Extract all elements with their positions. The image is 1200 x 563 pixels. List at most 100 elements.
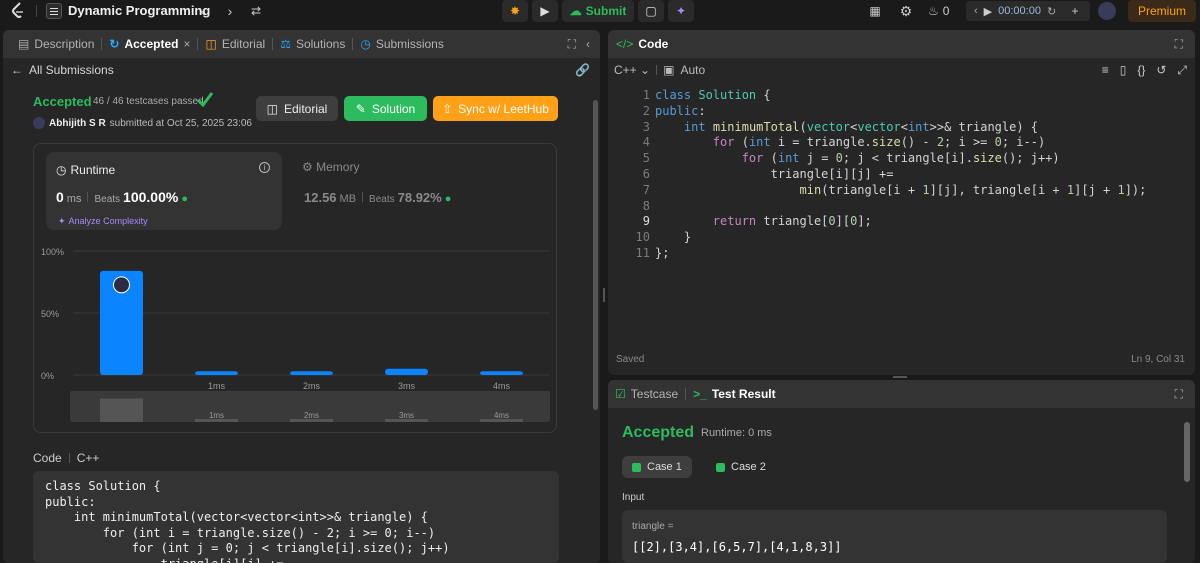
memory-chip-icon: ⚙ [302, 160, 313, 174]
maximize-icon[interactable]: ⛶ [1175, 387, 1183, 402]
premium-button[interactable]: Premium [1128, 0, 1196, 22]
lock-icon: ▣ [663, 63, 675, 77]
code-editor[interactable]: 1 2 3 4 5 6 7 8 9 10 11 class Solution { public: i… [608, 82, 1195, 352]
analyze-complexity-link[interactable]: ✦ Analyze Complexity [58, 216, 148, 227]
user-avatar-marker [113, 276, 130, 294]
result-status: Accepted [622, 424, 695, 441]
next-problem-icon[interactable]: › [221, 2, 239, 20]
streak-counter[interactable]: ♨ 0 [928, 4, 949, 18]
close-icon[interactable]: × [183, 37, 190, 51]
problem-list-title[interactable]: Dynamic Programming [68, 3, 210, 18]
center-toolbar: ✸ ▶ ☁ Submit ▢ ✦ [502, 0, 694, 22]
line-number: 3 [642, 119, 650, 134]
memory-title[interactable]: ⚙ Memory [302, 160, 359, 174]
range-slider-label: 3ms [399, 411, 414, 420]
check-icon [716, 462, 725, 472]
chart-bar[interactable] [385, 368, 428, 375]
scrollbar[interactable] [1184, 422, 1190, 482]
range-slider-bar [100, 398, 143, 422]
reset-icon[interactable]: ↻ [1047, 5, 1056, 18]
test-result-panel: ☑ Testcase >_ Test Result ⛶ Accepted Run… [608, 380, 1195, 563]
ai-sparkle-icon[interactable]: ✦ [668, 0, 694, 22]
settings-gear-icon[interactable]: ⚙ [897, 2, 915, 20]
code-editor-panel: </> Code ⛶ C++ ⌄ ▣ Auto ≡ ▯ {} ↺ ⤢ 12345… [608, 30, 1195, 375]
flame-icon: ♨ [928, 4, 939, 18]
vertical-splitter[interactable] [603, 288, 605, 302]
check-icon [196, 92, 214, 108]
submission-status: Accepted [33, 94, 92, 109]
tab-accepted[interactable]: ↻ Accepted × [102, 37, 197, 51]
add-user-icon[interactable]: + [1066, 2, 1084, 20]
tab-submissions[interactable]: ◷ Submissions [353, 37, 451, 51]
code-icon: </> [616, 37, 634, 51]
input-variable-name: triangle = [632, 521, 674, 532]
back-to-submissions[interactable]: ← All Submissions 🔗 [3, 58, 600, 82]
runtime-card[interactable]: ◷ Runtime i 0 ms Beats 100.00% ● ✦ Analy… [46, 152, 282, 230]
line-number: 9 [642, 214, 650, 229]
y-tick-label: 50% [41, 309, 59, 319]
scrollbar[interactable] [593, 100, 598, 410]
y-tick-label: 0% [41, 371, 54, 381]
expand-icon[interactable]: ⤢ [1177, 63, 1187, 78]
leetcode-logo[interactable] [11, 2, 25, 19]
book-icon: ◫ [205, 37, 217, 51]
clock-icon: ◷ [56, 163, 67, 177]
layout-icon[interactable]: ▦ [866, 2, 884, 20]
beats-emoji-icon: ● [181, 193, 188, 205]
language-select[interactable]: C++ ⌄ [614, 63, 650, 77]
runtime-title: ◷ Runtime [56, 163, 116, 177]
prev-problem-icon[interactable]: ‹ [194, 2, 212, 20]
line-number: 7 [642, 182, 650, 197]
code-lines[interactable]: class Solution { public: int minimumTota… [655, 88, 1146, 262]
submit-button[interactable]: ☁ Submit [562, 0, 634, 22]
run-button[interactable]: ▶ [532, 0, 558, 22]
info-icon[interactable]: i [259, 162, 270, 173]
play-icon[interactable]: ▶ [984, 5, 992, 18]
format-icon[interactable]: ≡ [1102, 63, 1109, 78]
user-avatar[interactable] [1098, 2, 1116, 20]
debug-icon[interactable]: ✸ [502, 0, 528, 22]
tab-solutions[interactable]: ⚖ Solutions [273, 37, 352, 51]
tab-description[interactable]: ▤ Description [11, 37, 101, 51]
braces-icon[interactable]: {} [1137, 63, 1145, 78]
solution-button[interactable]: ✎ Solution [344, 96, 427, 121]
line-number: 6 [642, 166, 650, 181]
save-status: Saved [616, 354, 645, 365]
tab-testcase[interactable]: ☑ Testcase [608, 387, 685, 401]
upload-icon: ⇧ [442, 101, 453, 116]
cloud-upload-icon: ☁ [569, 4, 582, 18]
divider [68, 453, 70, 463]
result-runtime: Runtime: 0 ms [701, 427, 772, 439]
reset-icon[interactable]: ↺ [1156, 63, 1166, 78]
line-number: 1 [642, 88, 650, 102]
tab-editorial[interactable]: ◫ Editorial [198, 37, 272, 51]
maximize-icon[interactable]: ⛶ [1175, 37, 1183, 52]
chart-bar[interactable] [195, 371, 238, 375]
chart-bar[interactable] [480, 371, 523, 375]
case-2-tab[interactable]: Case 2 [706, 456, 776, 478]
problem-list-icon[interactable] [46, 3, 62, 19]
collapse-icon[interactable]: ‹ [586, 37, 590, 52]
link-icon[interactable]: 🔗 [575, 63, 590, 77]
input-label: Input [622, 492, 645, 503]
notes-icon[interactable]: ▢ [638, 0, 664, 22]
shuffle-icon[interactable]: ⇄ [247, 2, 265, 20]
avatar[interactable] [33, 117, 45, 129]
bookmark-icon[interactable]: ▯ [1120, 63, 1127, 78]
panel-controls: ⛶ ‹ [568, 37, 600, 52]
editorial-button[interactable]: ◫ Editorial [256, 96, 338, 121]
flask-icon: ⚖ [280, 37, 291, 51]
maximize-icon[interactable]: ⛶ [568, 37, 576, 52]
chevron-left-icon[interactable]: ‹ [974, 5, 978, 17]
left-tab-bar: ▤ Description ↻ Accepted × ◫ Editorial ⚖… [3, 30, 600, 58]
case-1-tab[interactable]: Case 1 [622, 456, 692, 478]
arrow-left-icon: ← [11, 63, 23, 77]
chart-bar[interactable] [290, 371, 333, 375]
sync-leethub-button[interactable]: ⇧ Sync w/ LeetHub [433, 96, 558, 121]
tab-test-result[interactable]: >_ Test Result [686, 387, 782, 401]
line-number: 11 [635, 245, 650, 260]
x-tick-label: 3ms [398, 381, 416, 391]
line-number: 2 [642, 103, 650, 118]
horizontal-splitter[interactable] [893, 376, 907, 378]
testcases-passed: 46 / 46 testcases passed [93, 96, 204, 107]
